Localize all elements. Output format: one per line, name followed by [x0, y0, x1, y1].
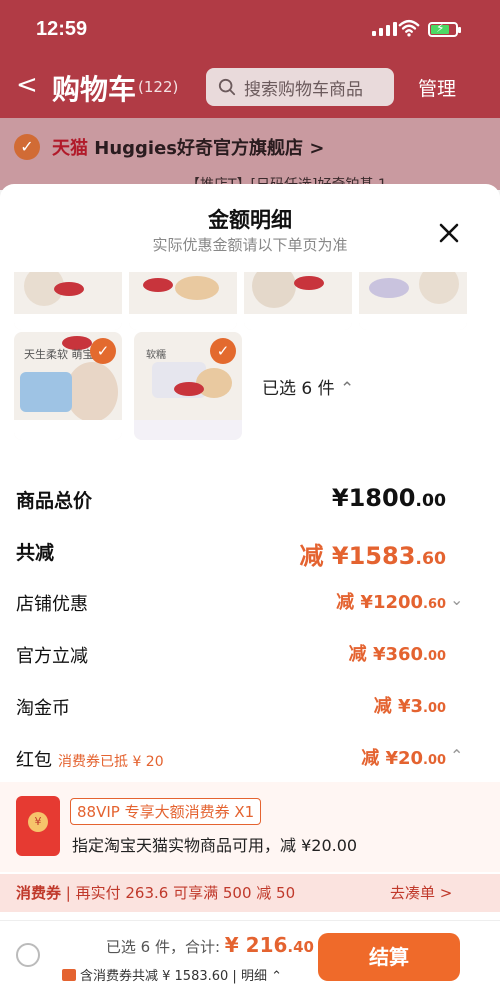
red-packet-icon: ¥: [16, 796, 60, 856]
row-label: 淘金币: [16, 698, 70, 719]
product-thumb[interactable]: [359, 272, 467, 330]
selected-count-toggle[interactable]: 已选 6 件 ⌃: [262, 374, 354, 399]
shop-name[interactable]: 天猫 Huggies好奇官方旗舰店 >: [52, 134, 324, 160]
row-taojinbi: 淘金币 减 ¥3.00: [0, 688, 500, 728]
row-value: ¥1800.00: [331, 484, 446, 512]
check-icon: ✓: [90, 338, 116, 364]
row-shop-discount[interactable]: 店铺优惠 减 ¥1200.60 ⌄: [0, 584, 500, 624]
coupon-desc: 指定淘宝天猫实物商品可用，减 ¥20.00: [72, 836, 358, 855]
thumb-text: 天生柔软 萌宝: [24, 348, 94, 361]
search-icon: [218, 78, 236, 96]
row-label: 共减: [16, 542, 55, 564]
shop-name-text: Huggies好奇官方旗舰店: [94, 138, 304, 159]
checkout-discount-detail[interactable]: 含消费券共减 ¥ 1583.60 | 明细 ⌃: [62, 965, 282, 984]
search-placeholder: 搜索购物车商品: [244, 79, 363, 100]
shop-checkbox[interactable]: ✓: [14, 134, 40, 160]
search-input[interactable]: 搜索购物车商品: [206, 68, 394, 106]
close-icon[interactable]: [436, 220, 462, 246]
row-value: 减 ¥3.00: [373, 696, 446, 717]
row-label: 商品总价: [16, 490, 93, 512]
row-value: 减 ¥360.00: [348, 644, 446, 665]
row-value: 减 ¥1583.60: [299, 542, 446, 570]
row-official-discount: 官方立减 减 ¥360.00: [0, 636, 500, 676]
page-title: 购物车: [52, 73, 137, 106]
product-thumb[interactable]: [14, 272, 122, 330]
product-thumb[interactable]: [244, 272, 352, 330]
back-icon[interactable]: <: [16, 70, 38, 100]
product-thumb-selected[interactable]: 天生柔软 萌宝 ✓: [14, 332, 122, 440]
product-thumb[interactable]: [129, 272, 237, 330]
battery-icon: ⚡: [428, 21, 461, 37]
checkout-button[interactable]: 结算: [318, 933, 460, 981]
selected-count-text: 已选 6 件: [262, 379, 335, 399]
product-thumbs-row: 天生柔软 萌宝 ✓ 软糯 ✓: [14, 332, 242, 440]
product-thumbs-row: [14, 272, 467, 330]
row-total-reduce: 共减 减 ¥1583.60: [0, 532, 500, 572]
checkout-bar: 已选 6 件，合计: ¥ 216.40 含消费券共减 ¥ 1583.60 | 明…: [0, 920, 500, 994]
check-icon: ✓: [210, 338, 236, 364]
row-tag: 消费券已抵 ¥ 20: [58, 754, 164, 770]
chevron-right-icon: >: [309, 138, 325, 159]
row-label: 店铺优惠: [16, 594, 88, 615]
sheet-title: 金额明细: [208, 208, 292, 232]
coupon-icon: [62, 969, 76, 981]
product-thumb-selected[interactable]: 软糯 ✓: [134, 332, 242, 440]
manage-button[interactable]: 管理: [418, 74, 456, 101]
amount-detail-sheet: 金额明细 实际优惠金额请以下单页为准 天生柔软 萌宝 ✓ 软糯 ✓ 已选 6 件…: [0, 184, 500, 994]
coupon-hint-text: 消费券 | 再实付 263.6 可享满 500 减 50: [16, 884, 296, 902]
row-total-price: 商品总价 ¥1800.00: [0, 480, 500, 520]
chevron-up-icon: ⌃: [340, 379, 355, 399]
row-label: 红包 消费券已抵 ¥ 20: [16, 750, 164, 771]
thumb-text: 软糯: [146, 350, 166, 361]
status-time: 12:59: [36, 18, 88, 40]
row-red-packet[interactable]: 红包 消费券已抵 ¥ 20 减 ¥20.00 ⌃: [0, 740, 500, 780]
tmall-label: 天猫: [52, 138, 88, 159]
shop-header: ✓ 天猫 Huggies好奇官方旗舰店 > 【推店T】[日码任选]好奇铂基 1: [0, 118, 500, 193]
checkout-summary: 已选 6 件，合计: ¥ 216.40: [105, 933, 314, 957]
signal-icon: [372, 22, 397, 36]
coupon-hint-bar: 消费券 | 再实付 263.6 可享满 500 减 50 去凑单 >: [0, 874, 500, 912]
cart-count: (122): [138, 78, 179, 96]
add-more-link[interactable]: 去凑单 >: [390, 882, 452, 903]
row-label: 官方立减: [16, 646, 88, 667]
coupon-card[interactable]: ¥ 88VIP 专享大额消费券 X1 指定淘宝天猫实物商品可用，减 ¥20.00: [0, 782, 500, 872]
row-value: 减 ¥20.00: [361, 748, 446, 769]
checkout-total: ¥ 216.40: [224, 933, 314, 957]
wifi-icon: [398, 19, 420, 37]
chevron-up-icon[interactable]: ⌃: [450, 746, 463, 765]
sheet-subtitle: 实际优惠金额请以下单页为准: [152, 236, 348, 254]
chevron-down-icon[interactable]: ⌄: [450, 590, 463, 609]
row-value: 减 ¥1200.60: [336, 592, 446, 613]
select-all-radio[interactable]: [16, 943, 40, 967]
status-bar: 12:59 ⚡: [0, 0, 500, 56]
coupon-badge: 88VIP 专享大额消费券 X1: [70, 798, 262, 825]
cart-nav: < 购物车 (122) 搜索购物车商品 管理: [0, 62, 500, 112]
